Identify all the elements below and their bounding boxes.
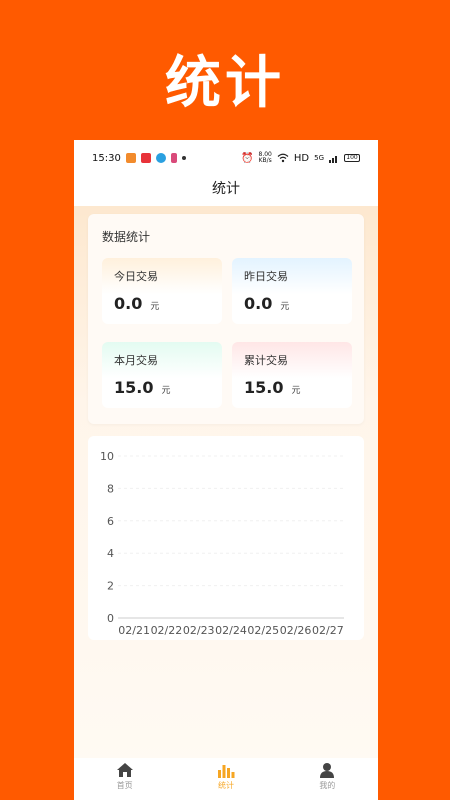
- y-tick-label: 2: [107, 580, 114, 593]
- signal-icon: [329, 155, 337, 163]
- tab-statistics[interactable]: 统计: [175, 758, 276, 800]
- tab-label: 首页: [116, 781, 133, 790]
- battery-icon: 100: [344, 154, 360, 162]
- tab-bar: 首页 统计 我的: [74, 758, 378, 800]
- stat-label: 本月交易: [114, 354, 158, 367]
- tab-profile[interactable]: 我的: [277, 758, 378, 800]
- stat-tile-today: 今日交易 0.0 元: [102, 258, 222, 324]
- y-tick-label: 6: [107, 515, 114, 528]
- stat-value: 0.0: [114, 294, 143, 313]
- tab-home[interactable]: 首页: [74, 758, 175, 800]
- app-notification-icon: [140, 153, 151, 163]
- stat-label: 累计交易: [244, 354, 288, 367]
- signal-label: 5G: [314, 154, 324, 162]
- app-notification-icon: [155, 153, 166, 163]
- tab-label: 我的: [319, 781, 336, 790]
- stats-title: 数据统计: [102, 230, 151, 244]
- y-tick-label: 0: [107, 612, 114, 625]
- home-icon: [116, 763, 133, 777]
- x-tick-label: 02/26: [280, 624, 312, 637]
- bar-chart-icon: [217, 765, 235, 778]
- chart-card: 0 2 4 6 8 10 02/21 02/22 02/23 02/24 02/25 02/26 02/…: [88, 436, 364, 640]
- stat-value: 15.0: [244, 378, 284, 397]
- alarm-icon: ⏰: [241, 152, 254, 164]
- stat-unit: 元: [280, 302, 290, 312]
- stat-value: 15.0: [114, 378, 154, 397]
- more-dot-icon: [181, 156, 186, 160]
- stat-tile-month: 本月交易 15.0 元: [102, 342, 222, 408]
- status-left: 15:30: [92, 153, 186, 164]
- user-icon: [320, 763, 335, 778]
- hd-indicator: HD: [293, 152, 310, 164]
- x-tick-label: 02/27: [312, 624, 344, 637]
- status-right: ⏰ 8.00 KB/s HD 5G 100: [241, 152, 360, 164]
- status-time: 15:30: [92, 152, 121, 164]
- x-tick-label: 02/22: [151, 624, 183, 637]
- stat-tile-yesterday: 昨日交易 0.0 元: [232, 258, 352, 324]
- stats-card: 数据统计 今日交易 0.0 元 昨日交易 0.0 元 本月交易 15.0 元 累…: [88, 214, 364, 424]
- stat-tile-total: 累计交易 15.0 元: [232, 342, 352, 408]
- stat-unit: 元: [291, 386, 301, 396]
- tab-label: 统计: [217, 781, 234, 790]
- y-tick-label: 8: [107, 482, 114, 495]
- app-notification-icon: [125, 153, 136, 163]
- transaction-chart: 0 2 4 6 8 10 02/21 02/22 02/23 02/24 02/25 02/26 02/…: [100, 450, 344, 637]
- x-tick-label: 02/24: [215, 624, 247, 637]
- pin-icon: [170, 153, 177, 163]
- stat-unit: 元: [161, 386, 171, 396]
- net-speed: 8.00 KB/s: [258, 151, 272, 164]
- stat-value: 0.0: [244, 294, 273, 313]
- main-content: 数据统计 今日交易 0.0 元 昨日交易 0.0 元 本月交易 15.0 元 累…: [74, 206, 378, 766]
- battery-level: 100: [346, 154, 358, 161]
- x-tick-label: 02/23: [183, 624, 215, 637]
- y-tick-label: 4: [107, 547, 114, 560]
- wifi-icon: [277, 153, 289, 163]
- x-tick-label: 02/25: [247, 624, 279, 637]
- stat-label: 今日交易: [114, 270, 158, 283]
- y-tick-label: 10: [100, 450, 114, 463]
- stat-label: 昨日交易: [244, 270, 288, 283]
- page-title: 统计: [212, 181, 240, 197]
- promo-title: 统计: [165, 51, 285, 116]
- phone-screen: 15:30 ⏰ 8.00 KB/s HD 5G 100 统计 数据统计 今日交易…: [74, 140, 378, 800]
- status-bar: 15:30 ⏰ 8.00 KB/s HD 5G 100: [74, 140, 378, 176]
- stat-unit: 元: [150, 302, 160, 312]
- x-tick-label: 02/21: [118, 624, 150, 637]
